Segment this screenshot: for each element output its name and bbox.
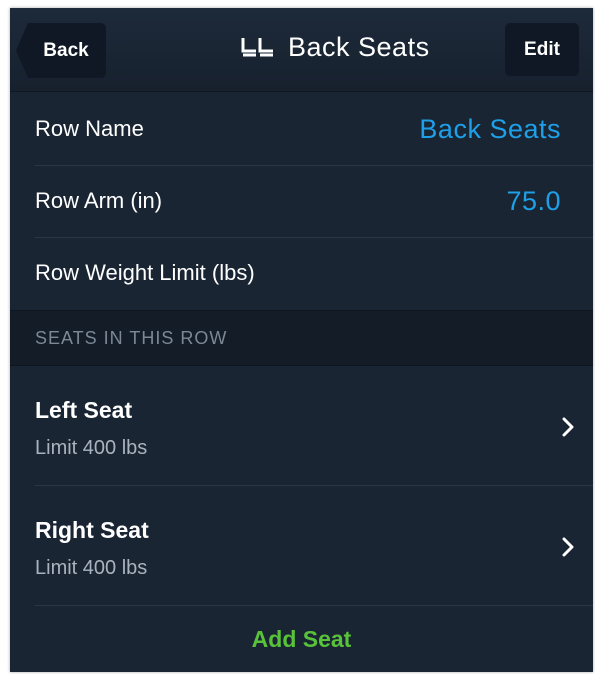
seat-name: Right Seat: [35, 517, 149, 543]
chevron-right-icon: [562, 417, 574, 437]
back-button[interactable]: Back: [16, 23, 106, 78]
seat-limit: Limit 400 lbs: [35, 437, 148, 459]
seat-name: Left Seat: [35, 397, 133, 423]
add-seat-label: Add Seat: [251, 625, 352, 652]
seat-row-icon: [241, 38, 273, 57]
add-seat-button[interactable]: Add Seat: [10, 606, 593, 672]
chevron-right-icon: [562, 537, 574, 557]
divider: [35, 485, 593, 486]
seat-item-left[interactable]: Left Seat Limit 400 lbs: [10, 367, 593, 486]
back-button-label: Back: [43, 39, 89, 61]
row-arm-field[interactable]: Row Arm (in) 75.0: [10, 164, 593, 238]
section-header-text: SEATS IN THIS ROW: [35, 327, 228, 348]
page-title-text: Back Seats: [288, 31, 430, 62]
page-title: Back Seats: [240, 30, 430, 64]
row-name-field[interactable]: Row Name Back Seats: [10, 92, 593, 166]
row-name-value[interactable]: Back Seats: [419, 114, 561, 145]
nav-bar: Back Back Seats Edit: [10, 8, 593, 92]
edit-button-label: Edit: [524, 38, 560, 60]
edit-button[interactable]: Edit: [505, 23, 579, 76]
seat-limit: Limit 400 lbs: [35, 557, 148, 579]
row-name-label: Row Name: [35, 116, 144, 141]
row-weight-limit-label: Row Weight Limit (lbs): [35, 260, 255, 285]
app-window: Back Back Seats Edit Row Name Back Seats…: [10, 8, 593, 672]
row-weight-limit-field[interactable]: Row Weight Limit (lbs): [10, 236, 593, 310]
row-arm-label: Row Arm (in): [35, 188, 163, 213]
row-arm-value[interactable]: 75.0: [506, 186, 561, 217]
seat-item-right[interactable]: Right Seat Limit 400 lbs: [10, 487, 593, 606]
section-header-seats: SEATS IN THIS ROW: [10, 310, 593, 366]
